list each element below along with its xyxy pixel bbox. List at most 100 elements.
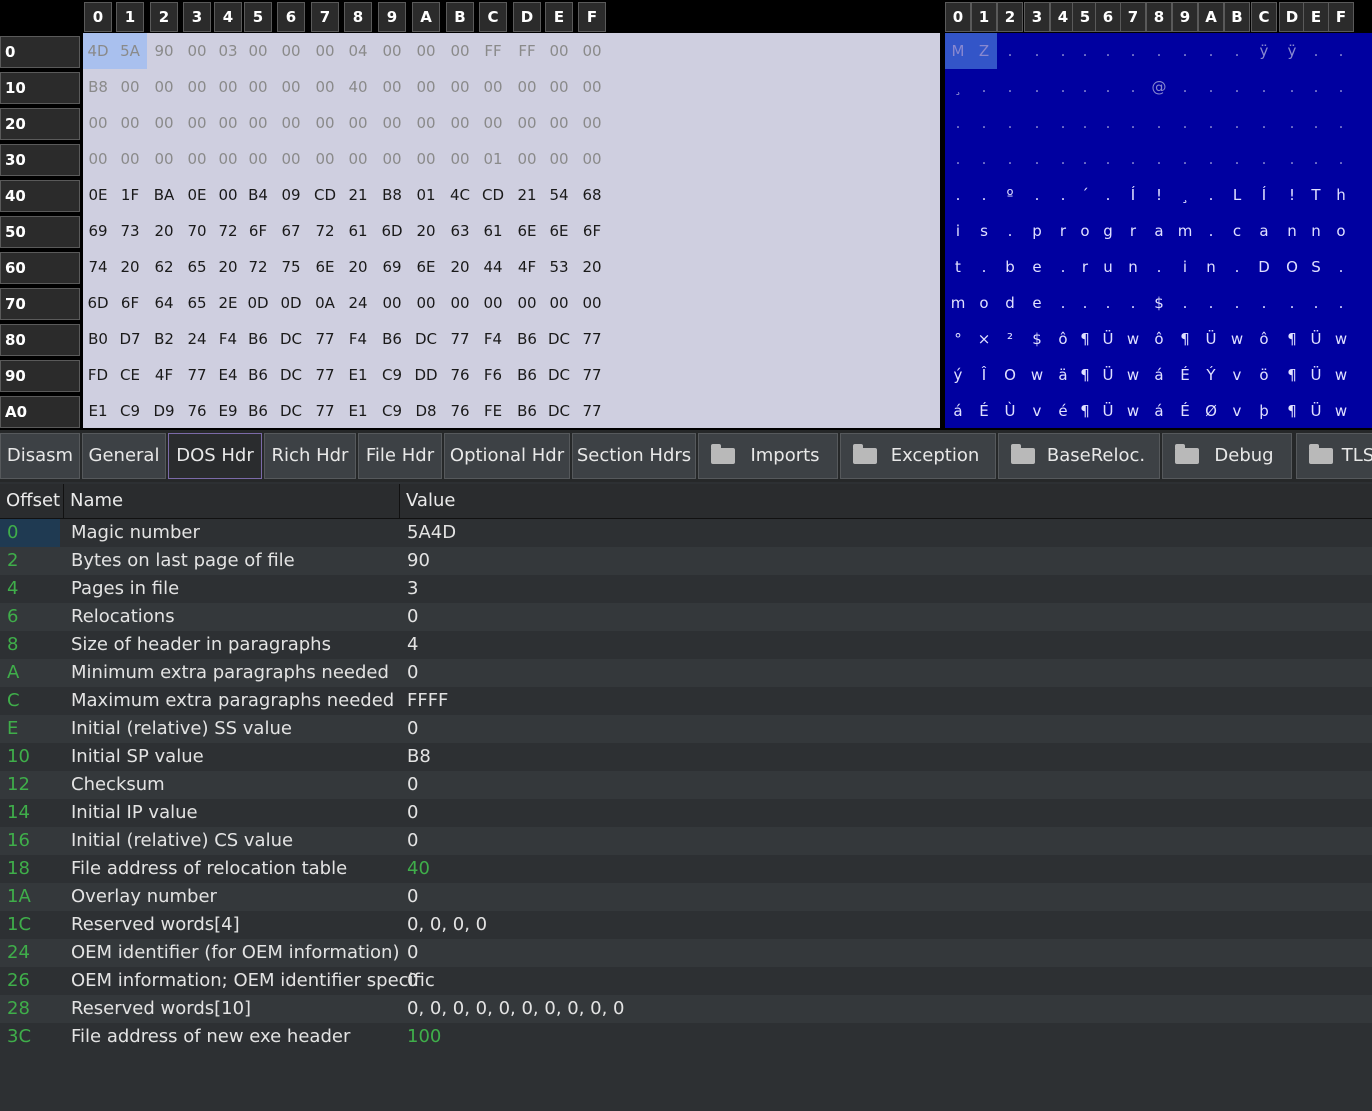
hex-byte[interactable]: 00 [276,141,306,177]
row-address[interactable]: 30 [0,144,80,176]
ascii-char[interactable]: ¶ [1073,321,1097,357]
ascii-char[interactable]: ´ [1073,177,1097,213]
hex-byte[interactable]: 00 [149,141,179,177]
ascii-char[interactable]: Z [972,33,996,69]
ascii-char[interactable]: . [1173,105,1197,141]
ascii-char[interactable]: ¶ [1280,393,1304,429]
table-row[interactable]: 1A Overlay number 0 [0,883,1372,911]
hex-byte[interactable]: 21 [343,177,373,213]
hex-byte[interactable]: E9 [213,393,243,429]
ascii-char[interactable]: . [1073,33,1097,69]
hex-byte[interactable]: 72 [213,213,243,249]
ascii-char[interactable]: ¸ [946,69,970,105]
hex-byte[interactable]: 0E [182,177,212,213]
table-row[interactable]: 24 OEM identifier (for OEM information) 0 [0,939,1372,967]
hex-byte[interactable]: 00 [512,141,542,177]
hex-byte[interactable]: 65 [182,249,212,285]
hex-byte[interactable]: 09 [276,177,306,213]
hex-byte[interactable]: 00 [182,69,212,105]
ascii-char[interactable]: . [1051,141,1075,177]
ascii-column-A[interactable]: A [1198,2,1224,32]
hex-byte[interactable]: C9 [377,393,407,429]
hex-byte[interactable]: FE [478,393,508,429]
table-row[interactable]: 14 Initial IP value 0 [0,799,1372,827]
hex-byte[interactable]: 40 [343,69,373,105]
hex-byte[interactable]: 00 [243,141,273,177]
hex-byte[interactable]: 0D [243,285,273,321]
ascii-char[interactable]: . [1304,33,1328,69]
hex-byte[interactable]: DC [544,393,574,429]
ascii-char[interactable]: . [972,141,996,177]
ascii-char[interactable]: . [1147,249,1171,285]
ascii-char[interactable]: . [1051,69,1075,105]
ascii-char[interactable]: r [1073,249,1097,285]
hex-byte[interactable]: 00 [577,69,607,105]
hex-byte[interactable]: 20 [445,249,475,285]
hex-byte[interactable]: 54 [544,177,574,213]
ascii-char[interactable]: . [1121,105,1145,141]
hex-byte[interactable]: B6 [512,393,542,429]
ascii-panel[interactable]: M Z.......... ÿ ÿ.. ¸....... @...............… [945,33,1372,428]
ascii-char[interactable]: Ü [1304,393,1328,429]
hex-byte[interactable]: 0E [83,177,113,213]
ascii-char[interactable]: . [1280,141,1304,177]
ascii-char[interactable]: . [1173,285,1197,321]
ascii-char[interactable]: . [1199,285,1223,321]
hex-byte[interactable]: C9 [115,393,145,429]
hex-byte[interactable]: 77 [310,393,340,429]
hex-column-B[interactable]: B [446,2,474,32]
hex-byte[interactable]: 67 [276,213,306,249]
ascii-char[interactable]: i [946,213,970,249]
hex-byte[interactable]: 6E [310,249,340,285]
hex-column-2[interactable]: 2 [150,2,178,32]
ascii-char[interactable]: w [1329,321,1353,357]
hex-byte[interactable]: F6 [478,357,508,393]
ascii-char[interactable]: . [972,105,996,141]
ascii-char[interactable]: . [1252,69,1276,105]
ascii-char[interactable]: u [1096,249,1120,285]
hex-byte[interactable]: 70 [182,213,212,249]
hex-byte[interactable]: B0 [83,321,113,357]
hex-byte[interactable]: 00 [512,105,542,141]
hex-byte[interactable]: 00 [411,33,441,69]
hex-byte[interactable]: 00 [213,69,243,105]
row-address[interactable]: 20 [0,108,80,140]
ascii-char[interactable]: . [1073,141,1097,177]
ascii-char[interactable]: a [1147,213,1171,249]
ascii-char[interactable]: ¶ [1280,357,1304,393]
hex-byte[interactable]: B6 [243,321,273,357]
ascii-char[interactable]: i [1173,249,1197,285]
ascii-char[interactable]: ô [1147,321,1171,357]
ascii-char[interactable]: p [1025,213,1049,249]
table-row[interactable]: 6 Relocations 0 [0,603,1372,631]
hex-byte[interactable]: 69 [377,249,407,285]
hex-byte[interactable]: 61 [343,213,373,249]
hex-byte[interactable]: 65 [182,285,212,321]
ascii-char[interactable]: . [1225,285,1249,321]
ascii-char[interactable]: . [998,105,1022,141]
ascii-char[interactable]: Ø [1199,393,1223,429]
hex-byte[interactable]: 00 [182,105,212,141]
ascii-char[interactable]: ý [946,357,970,393]
hex-byte[interactable]: 24 [343,285,373,321]
hex-byte[interactable]: 1F [115,177,145,213]
hex-byte[interactable]: 77 [310,357,340,393]
hex-byte[interactable]: 20 [411,213,441,249]
ascii-char[interactable]: . [1025,69,1049,105]
hex-column-A[interactable]: A [412,2,440,32]
hex-byte[interactable]: 00 [411,285,441,321]
hex-byte[interactable]: 03 [213,33,243,69]
ascii-char[interactable]: . [1329,33,1353,69]
hex-byte[interactable]: 0D [276,285,306,321]
ascii-char[interactable]: . [1073,285,1097,321]
ascii-char[interactable]: Ü [1096,321,1120,357]
hex-byte[interactable]: 6F [115,285,145,321]
hex-byte[interactable]: 5A [115,33,145,69]
table-row[interactable]: C Maximum extra paragraphs needed FFFF [0,687,1372,715]
ascii-char[interactable]: . [972,177,996,213]
hex-byte[interactable]: B4 [243,177,273,213]
hex-column-9[interactable]: 9 [378,2,406,32]
hex-byte[interactable]: 00 [411,105,441,141]
hex-byte[interactable]: BA [149,177,179,213]
hex-byte[interactable]: DC [276,357,306,393]
